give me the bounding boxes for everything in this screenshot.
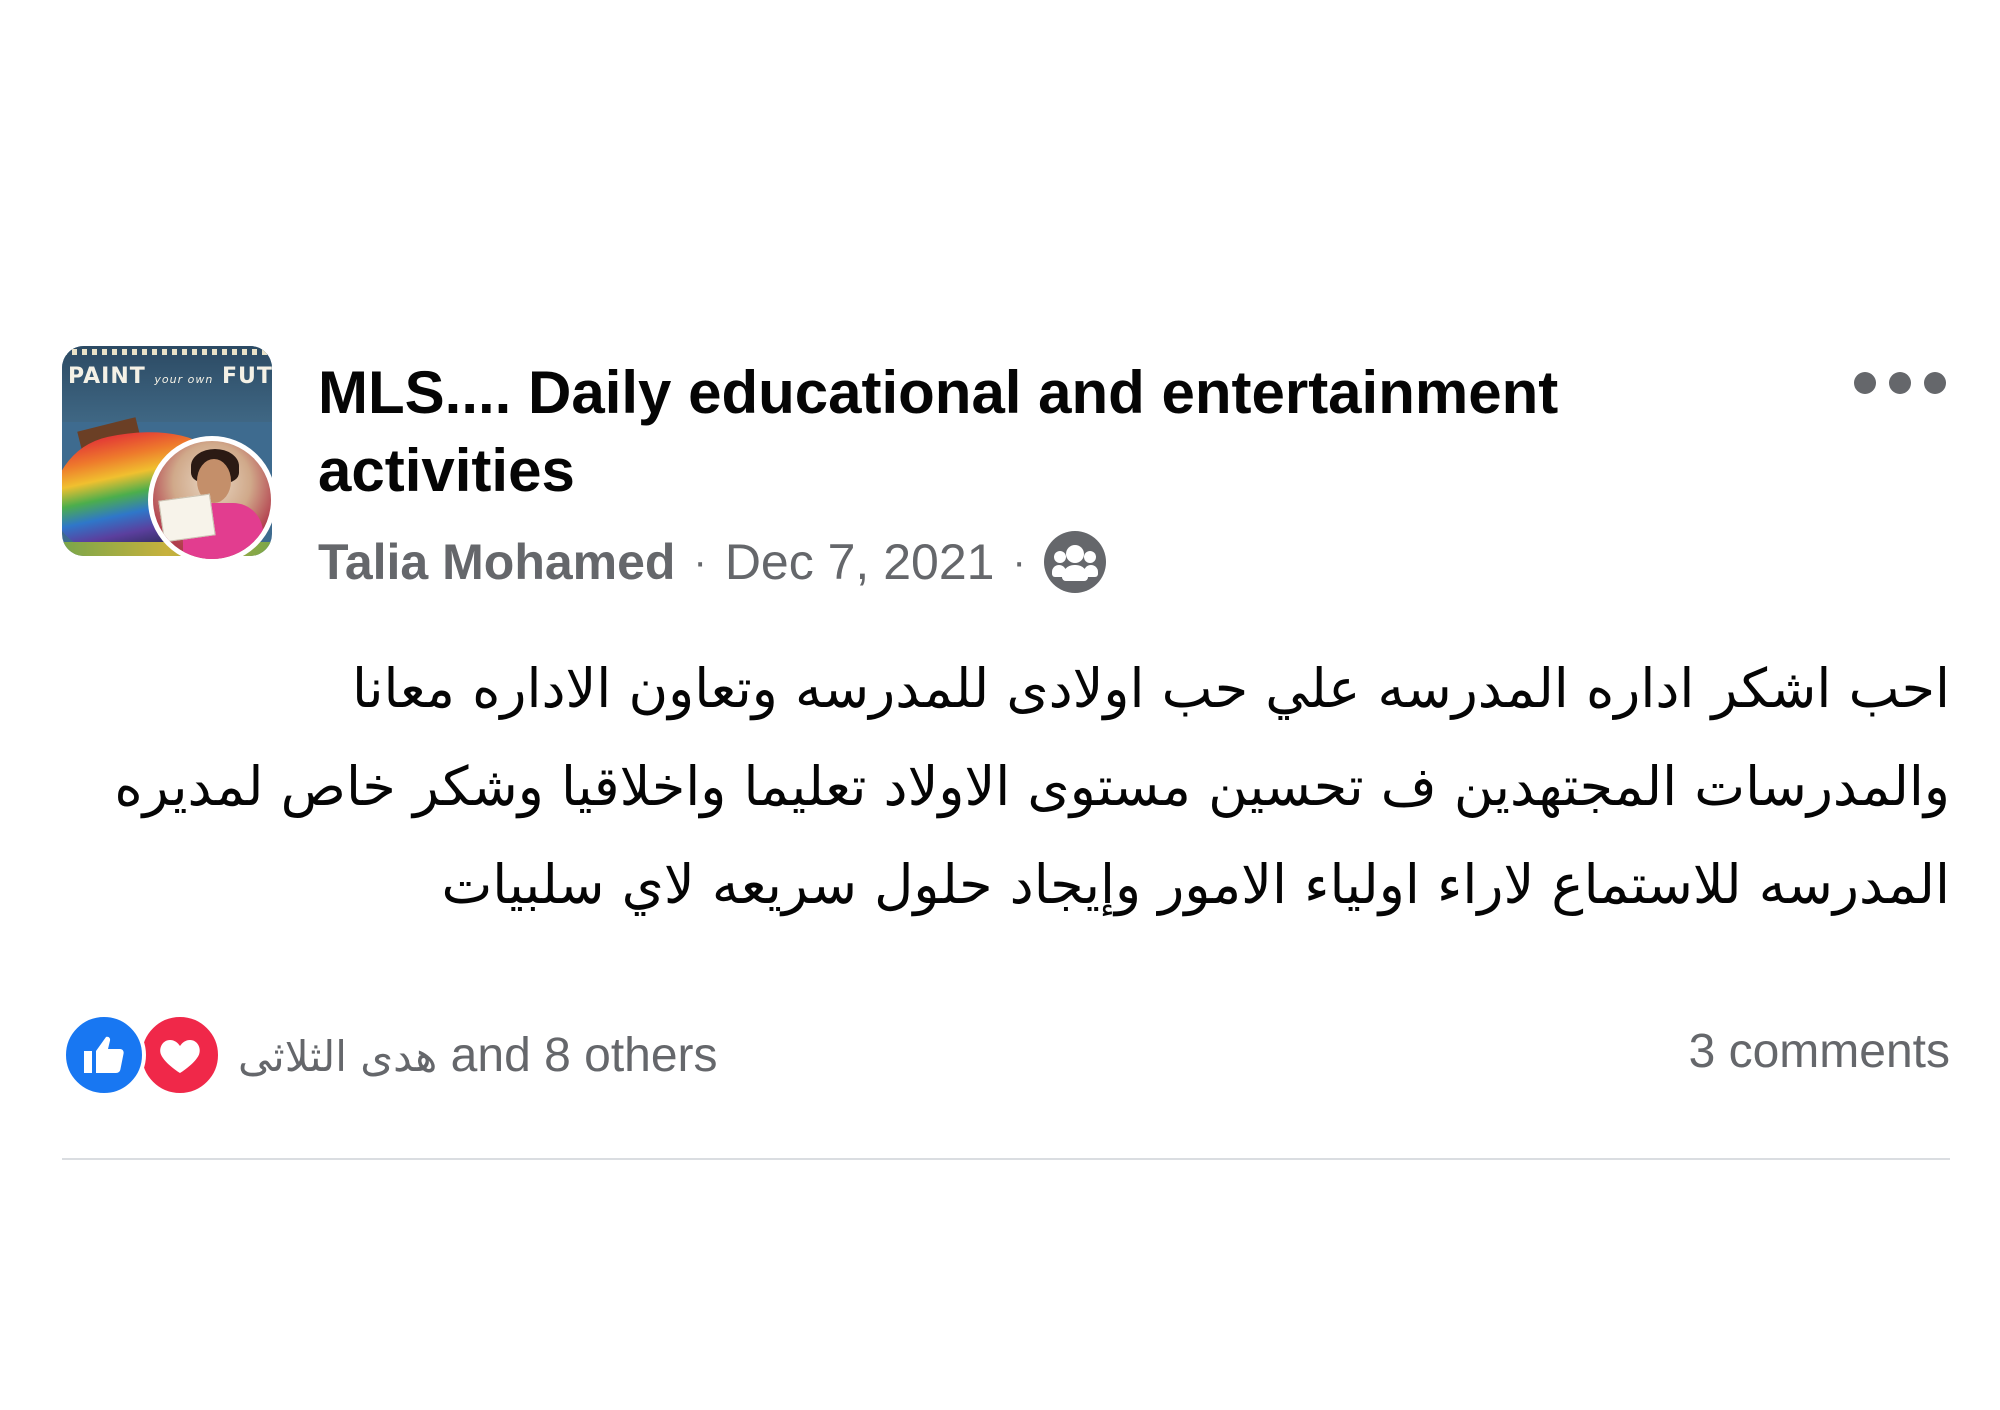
- group-avatar-border: [62, 349, 272, 355]
- reactions-summary[interactable]: هدى الثلاثى and 8 others: [62, 1012, 718, 1098]
- love-icon: [138, 1013, 222, 1097]
- post-meta: Talia Mohamed · Dec 7, 2021 ·: [318, 531, 1106, 593]
- author-avatar-paper: [158, 493, 216, 543]
- reactor-name: هدى الثلاثى: [238, 1031, 438, 1081]
- more-dots-icon: [1854, 372, 1876, 394]
- like-icon: [62, 1013, 146, 1097]
- group-members-icon[interactable]: [1043, 531, 1106, 593]
- author-avatar[interactable]: [148, 436, 276, 564]
- author-name-link[interactable]: Talia Mohamed: [318, 533, 675, 591]
- meta-separator: ·: [693, 539, 707, 584]
- more-dots-icon: [1889, 372, 1911, 394]
- post-divider: [62, 1158, 1950, 1160]
- post-date-link[interactable]: Dec 7, 2021: [725, 533, 995, 591]
- post-body-text: احب اشكر اداره المدرسه علي حب اولادى للم…: [114, 657, 1950, 916]
- meta-separator: ·: [1012, 539, 1026, 584]
- group-avatar-logo-text: PAINT your own FUTUR: [68, 364, 272, 389]
- comments-count-link[interactable]: 3 comments: [1689, 1024, 1950, 1079]
- group-name-link[interactable]: MLS.... Daily educational and entertainm…: [318, 354, 1648, 510]
- more-dots-icon: [1924, 372, 1946, 394]
- reactors-others: and 8 others: [450, 1028, 718, 1082]
- feed-post: PAINT your own FUTUR MLS.... Daily educa…: [62, 340, 1950, 1160]
- reaction-names: هدى الثلاثى and 8 others: [238, 1028, 718, 1083]
- more-options-button[interactable]: [1854, 368, 1946, 398]
